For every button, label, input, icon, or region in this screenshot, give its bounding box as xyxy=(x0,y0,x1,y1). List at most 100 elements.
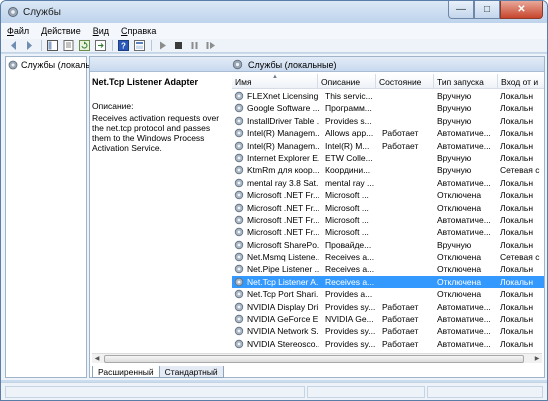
maximize-button[interactable]: □ xyxy=(474,1,500,19)
service-description-cell: Provides s... xyxy=(325,115,372,126)
table-row[interactable]: NVIDIA GeForce E... NVIDIA Ge... Работает А… xyxy=(232,313,544,325)
service-logon-cell: Локальн xyxy=(500,239,534,250)
service-startup-cell: Автоматиче... xyxy=(437,301,491,312)
scroll-left-icon[interactable]: ◀ xyxy=(92,355,102,363)
back-button[interactable] xyxy=(7,40,20,52)
forward-button[interactable] xyxy=(23,40,36,52)
maximize-icon: □ xyxy=(483,4,491,15)
service-startup-cell: Автоматиче... xyxy=(437,128,491,139)
refresh-button[interactable] xyxy=(78,40,91,52)
table-row[interactable]: Microsoft .NET Fr... Microsoft ... Отключе… xyxy=(232,189,544,201)
help-button[interactable]: ? xyxy=(117,40,130,52)
table-row[interactable]: Intel(R) Managem... Intel(R) M... Работает… xyxy=(232,140,544,152)
title-bar[interactable]: Службы — □ ✕ xyxy=(1,1,547,23)
table-row[interactable]: Internet Explorer E... ETW Colle... Вручну… xyxy=(232,152,544,164)
service-description-cell: Microsoft ... xyxy=(325,227,369,238)
column-header-state[interactable]: Состояние xyxy=(376,74,434,89)
service-name-cell: FLEXnet Licensing... xyxy=(247,91,319,101)
service-startup-cell: Автоматиче... xyxy=(437,227,491,238)
service-name-cell: Microsoft .NET Fr... xyxy=(247,190,319,201)
start-service-button[interactable] xyxy=(156,40,169,52)
close-button[interactable]: ✕ xyxy=(500,1,543,19)
view-tabs: Расширенный Стандартный xyxy=(92,366,224,378)
pause-service-button[interactable] xyxy=(188,40,201,52)
properties-button[interactable] xyxy=(62,40,75,52)
menu-action[interactable]: Действие xyxy=(41,26,81,36)
table-row[interactable]: Net.Pipe Listener ... Receives a... Отключ… xyxy=(232,263,544,275)
table-row[interactable]: Intel(R) Managem... Allows app... Работает… xyxy=(232,127,544,139)
table-row[interactable]: NVIDIA Stereosco... Provides sy... Работае… xyxy=(232,338,544,350)
service-description-cell: Провайде... xyxy=(325,239,372,250)
service-description-cell: NVIDIA Ge... xyxy=(325,314,374,325)
minimize-button[interactable]: — xyxy=(448,1,474,19)
stop-service-button[interactable] xyxy=(172,40,185,52)
table-row[interactable]: KtmRm для коор... Координи... Вручную Сетев… xyxy=(232,164,544,176)
service-logon-cell: Локальн xyxy=(500,276,534,287)
service-startup-cell: Вручную xyxy=(437,115,472,126)
table-row[interactable]: Net.Msmq Listene... Receives a... Отключен… xyxy=(232,251,544,263)
pane-header: Службы (локальные) xyxy=(90,57,544,72)
tab-extended[interactable]: Расширенный xyxy=(92,366,160,378)
service-logon-cell: Локальн xyxy=(500,152,534,163)
export-button[interactable] xyxy=(94,40,107,52)
table-row[interactable]: NVIDIA Display Dri... Provides sy... Работ… xyxy=(232,301,544,313)
mmc-button[interactable] xyxy=(133,40,146,52)
tree-item-services-local[interactable]: Службы (локальны xyxy=(8,60,101,70)
table-row[interactable]: Net.Tcp Port Shari... Provides a... Отключ… xyxy=(232,288,544,300)
status-bar xyxy=(1,382,547,400)
table-row[interactable]: NVIDIA Network S... Provides sy... Работае… xyxy=(232,325,544,337)
scroll-right-icon[interactable]: ▶ xyxy=(532,355,542,363)
service-gear-icon xyxy=(234,91,244,101)
service-name-cell: Microsoft SharePo... xyxy=(247,239,319,250)
service-gear-icon xyxy=(234,153,244,163)
minimize-icon: — xyxy=(456,4,466,15)
table-row[interactable]: Microsoft SharePo... Провайде... Вручную Ло… xyxy=(232,239,544,251)
show-tree-button[interactable] xyxy=(46,40,59,52)
service-startup-cell: Отключена xyxy=(437,276,482,287)
service-description-cell: mental ray ... xyxy=(325,177,375,188)
menu-view[interactable]: Вид xyxy=(93,26,109,36)
service-logon-cell: Локальн xyxy=(500,289,534,300)
console-tree: Службы (локальны xyxy=(5,56,101,378)
service-description-cell: Receives a... xyxy=(325,252,375,263)
column-header-startup-type[interactable]: Тип запуска xyxy=(434,74,498,89)
service-name-cell: Internet Explorer E... xyxy=(247,152,319,163)
service-gear-icon xyxy=(234,240,244,249)
svg-text:?: ? xyxy=(121,42,126,51)
service-logon-cell: Локальн xyxy=(500,314,534,325)
menu-file[interactable]: Файл xyxy=(7,26,29,36)
service-logon-cell: Локальн xyxy=(500,140,534,151)
description-label: Описание: xyxy=(92,101,134,111)
table-row[interactable]: Microsoft .NET Fr... Microsoft ... Отключе… xyxy=(232,202,544,214)
table-row[interactable]: Microsoft .NET Fr... Microsoft ... Автомат… xyxy=(232,214,544,226)
service-startup-cell: Отключена xyxy=(437,190,482,201)
restart-service-button[interactable] xyxy=(204,40,217,52)
export-icon xyxy=(95,40,106,51)
menu-help[interactable]: Справка xyxy=(121,26,156,36)
service-description-cell: ETW Colle... xyxy=(325,152,373,163)
table-row[interactable]: Google Software ... Программ... Вручную Лок… xyxy=(232,102,544,114)
service-description-cell: Provides sy... xyxy=(325,301,376,312)
service-name-cell: Microsoft .NET Fr... xyxy=(247,202,319,213)
pause-icon xyxy=(191,42,198,49)
service-name-cell: NVIDIA GeForce E... xyxy=(247,314,319,325)
service-startup-cell: Автоматиче... xyxy=(437,177,491,188)
selected-service-name: Net.Tcp Listener Adapter xyxy=(92,77,199,87)
service-startup-cell: Отключена xyxy=(437,289,482,300)
service-logon-cell: Локальн xyxy=(500,115,534,126)
column-header-description[interactable]: Описание xyxy=(318,74,376,89)
scrollbar-thumb[interactable] xyxy=(104,355,524,363)
horizontal-scrollbar[interactable]: ◀ ▶ xyxy=(92,353,542,363)
column-header-name[interactable]: Имя ▲ xyxy=(232,74,318,89)
table-row[interactable]: Net.Tcp Listener A... Receives a... Отключ… xyxy=(232,275,544,289)
service-description-cell: Intel(R) M... xyxy=(325,140,370,151)
table-row[interactable]: mental ray 3.8 Sat... mental ray ... Автом… xyxy=(232,177,544,189)
tab-standard[interactable]: Стандартный xyxy=(158,366,224,378)
column-header-logon[interactable]: Вход от и xyxy=(498,74,544,89)
table-row[interactable]: FLEXnet Licensing... This servic... Вручну… xyxy=(232,90,544,102)
table-row[interactable]: InstallDriver Table ... Provides s... Вруч… xyxy=(232,115,544,127)
toolbar-separator xyxy=(112,40,113,51)
table-row[interactable]: Microsoft .NET Fr... Microsoft ... Автомат… xyxy=(232,226,544,238)
services-list: Имя ▲ Описание Состояние Тип запуска Вхо… xyxy=(232,74,544,364)
service-name-cell: Net.Tcp Port Shari... xyxy=(247,289,319,300)
